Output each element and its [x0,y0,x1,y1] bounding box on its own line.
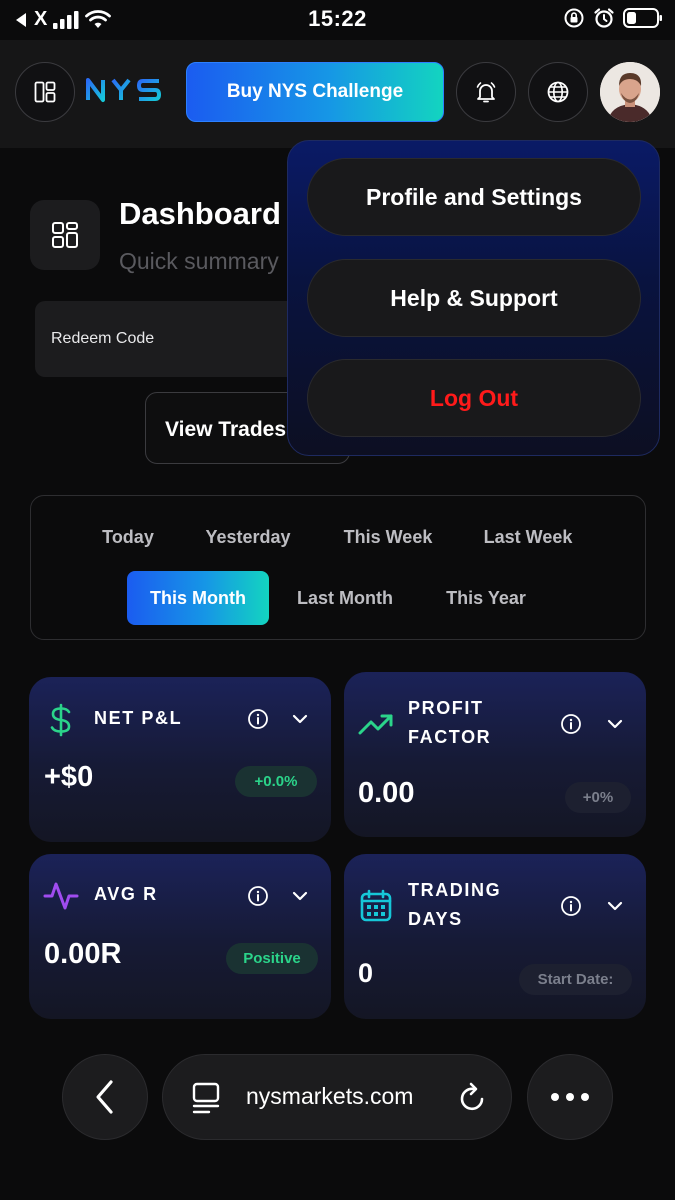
profit-factor-title: PROFIT FACTOR [408,694,491,752]
period-filter: Today Yesterday This Week Last Week This… [30,495,646,640]
bell-icon [476,82,496,103]
page-menu-icon[interactable] [191,1082,221,1114]
avatar-photo [600,62,660,122]
profile-dropdown-menu: Profile and Settings Help & Support Log … [287,140,660,456]
browser-toolbar: nysmarkets.com [0,1025,675,1200]
user-avatar[interactable] [600,62,660,122]
chevron-down-icon[interactable] [606,897,624,915]
buy-challenge-button[interactable]: Buy NYS Challenge [186,62,444,122]
net-pnl-value: +$0 [44,761,94,793]
language-button[interactable] [528,62,588,122]
alarm-icon [594,8,614,28]
status-bar: X 15:22 [0,0,675,40]
more-dots-icon [551,1093,589,1101]
menu-item-profile-settings[interactable]: Profile and Settings [307,158,641,236]
redeem-code-field[interactable]: Redeem Code [35,301,315,377]
calendar-icon [360,889,392,922]
profit-factor-value: 0.00 [358,777,415,809]
browser-back-button[interactable] [62,1054,148,1140]
url-text[interactable]: nysmarkets.com [246,1083,413,1110]
menu-item-help-support[interactable]: Help & Support [307,259,641,337]
stat-card-profit-factor: PROFIT FACTOR 0.00 +0% [344,672,646,837]
avg-r-badge: Positive [226,943,318,974]
address-bar[interactable]: nysmarkets.com [162,1054,512,1140]
dashboard-grid-icon [52,222,78,248]
period-today[interactable]: Today [88,510,168,564]
chevron-down-icon[interactable] [291,710,309,728]
brand-logo[interactable] [85,76,165,109]
info-icon[interactable] [560,895,582,917]
chevron-left-icon [96,1080,113,1114]
trading-days-title-line1: TRADING [408,880,502,900]
dollar-icon [50,703,71,737]
profit-factor-title-line2: FACTOR [408,727,492,747]
stat-card-avg-r: AVG R 0.00R Positive [29,854,331,1019]
period-yesterday[interactable]: Yesterday [193,510,303,564]
chevron-down-icon[interactable] [606,715,624,733]
info-icon[interactable] [560,713,582,735]
notifications-button[interactable] [456,62,516,122]
sidebar-toggle-button[interactable] [15,62,75,122]
period-last-month[interactable]: Last Month [287,571,403,625]
dashboard-icon-tile [30,200,100,270]
page-subtitle: Quick summary [119,248,279,274]
info-icon[interactable] [247,708,269,730]
net-pnl-title: NET P&L [94,708,183,728]
nys-logo-icon [86,78,162,102]
sidebar-icon [34,81,56,103]
avg-r-title: AVG R [94,884,158,904]
reload-icon[interactable] [457,1082,489,1114]
period-this-year[interactable]: This Year [433,571,539,625]
net-pnl-badge: +0.0% [235,766,317,797]
page-title: Dashboard [119,196,281,231]
stat-card-trading-days: TRADING DAYS 0 Start Date: [344,854,646,1019]
profit-factor-badge: +0% [565,782,631,813]
trending-up-icon [358,714,393,735]
stat-card-net-pnl: NET P&L +$0 +0.0% [29,677,331,842]
app-header: Buy NYS Challenge [0,40,675,148]
period-last-week[interactable]: Last Week [473,510,583,564]
browser-more-button[interactable] [527,1054,613,1140]
view-trades-label: View Trades [165,418,287,441]
avg-r-value: 0.00R [44,938,122,970]
info-icon[interactable] [247,885,269,907]
period-this-month[interactable]: This Month [127,571,269,625]
menu-item-log-out[interactable]: Log Out [307,359,641,437]
rotation-lock-icon [564,8,584,28]
globe-icon [547,81,569,103]
redeem-code-label: Redeem Code [51,330,155,347]
battery-icon [623,8,662,28]
trading-days-title: TRADING DAYS [408,876,501,934]
trading-days-badge: Start Date: [519,964,632,995]
trading-days-value: 0 [358,958,374,988]
pulse-icon [43,882,79,910]
status-bar-right [563,7,663,29]
trading-days-title-line2: DAYS [408,909,463,929]
chevron-down-icon[interactable] [291,887,309,905]
profit-factor-title-line1: PROFIT [408,698,484,718]
period-this-week[interactable]: This Week [333,510,443,564]
